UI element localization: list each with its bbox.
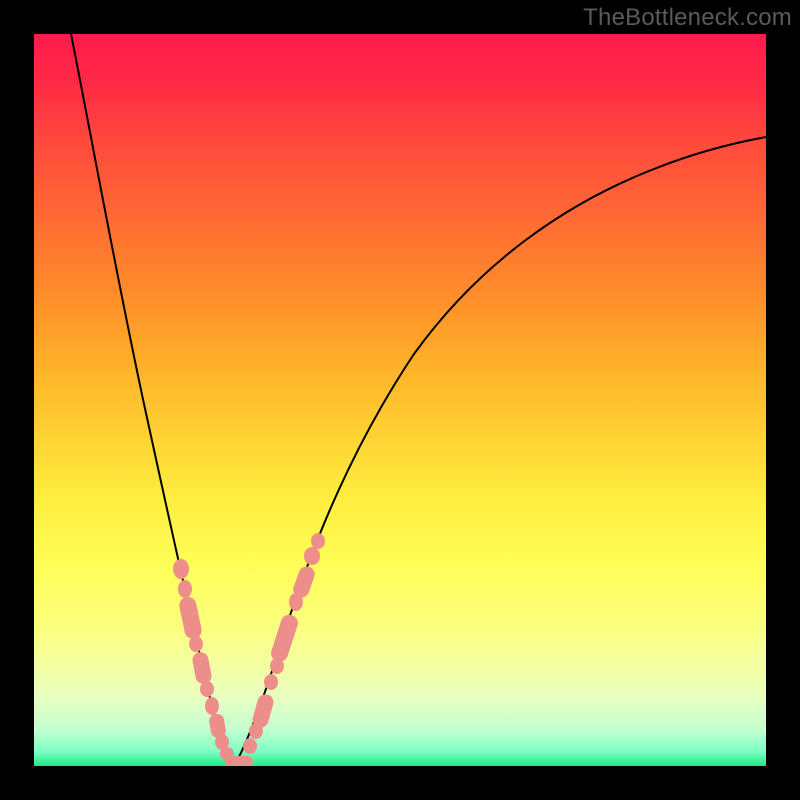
bead-icon [173, 559, 189, 579]
bead-icon [178, 580, 192, 598]
bead-icon [205, 697, 219, 715]
bead-tube-icon [178, 596, 203, 641]
curve-layer [34, 34, 766, 766]
bead-tube-icon [225, 756, 253, 766]
bead-icon [243, 738, 257, 754]
bead-icon [189, 636, 203, 652]
outer-frame: TheBottleneck.com [0, 0, 800, 800]
bead-cluster-group [173, 533, 325, 766]
bead-tube-icon [269, 613, 300, 664]
bead-icon [304, 547, 320, 565]
bead-icon [264, 674, 278, 690]
bead-icon [200, 681, 214, 697]
bead-icon [311, 533, 325, 549]
curve-right [234, 137, 766, 766]
bead-tube-icon [191, 651, 213, 685]
plot-area [34, 34, 766, 766]
watermark-text: TheBottleneck.com [583, 4, 792, 32]
curve-left [71, 34, 234, 766]
bead-tube-icon [251, 692, 276, 729]
